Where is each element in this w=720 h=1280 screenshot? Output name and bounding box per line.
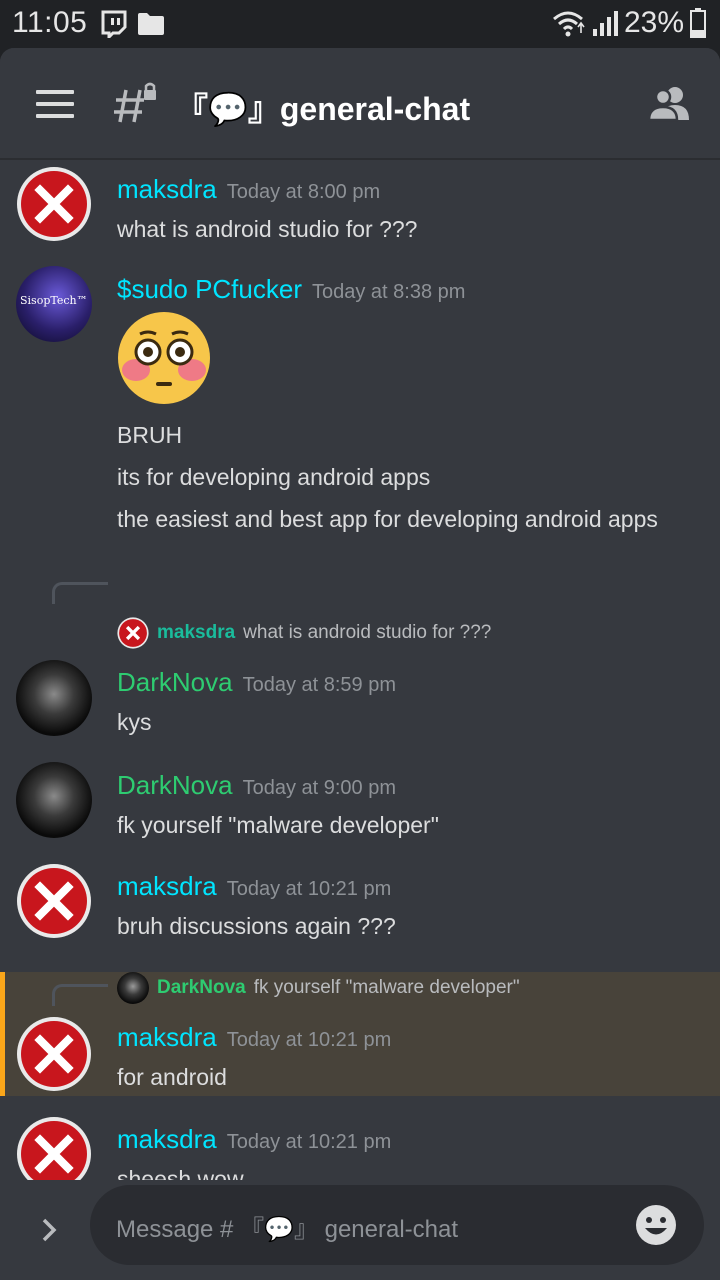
- message-author[interactable]: maksdra Today at 10:21 pm: [117, 1022, 391, 1053]
- battery-percent: 23%: [623, 6, 684, 39]
- message-author[interactable]: $sudo PCfucker Today at 8:38 pm: [117, 274, 465, 305]
- author-name[interactable]: $sudo PCfucker: [117, 274, 302, 304]
- reply-author[interactable]: DarkNova: [157, 977, 246, 999]
- members-icon[interactable]: [648, 84, 692, 122]
- message-author[interactable]: maksdra Today at 8:00 pm: [117, 174, 380, 205]
- message-text: bruh discussions again ???: [117, 913, 396, 939]
- avatar[interactable]: [16, 166, 92, 242]
- message-text: for android: [117, 1064, 227, 1090]
- timestamp: Today at 8:00 pm: [226, 181, 381, 203]
- timestamp: Today at 10:21 pm: [226, 1029, 392, 1051]
- message-placeholder: Message # 『💬』 general-chat: [116, 1216, 459, 1243]
- reply-avatar: [117, 617, 149, 649]
- message-text: fk yourself "malware developer": [117, 812, 439, 838]
- message-text: kys: [117, 709, 152, 735]
- twitch-icon: [101, 10, 127, 38]
- menu-bar: [36, 114, 74, 118]
- message[interactable]: SisopTech™ $sudo PCfucker Today at 8:38 p…: [0, 260, 720, 545]
- channel-header: 『💬』general-chat: [0, 48, 720, 160]
- channel-title: 『💬』general-chat: [176, 91, 471, 127]
- wifi-icon: [552, 11, 585, 37]
- message-input[interactable]: Message # 『💬』 general-chat: [90, 1185, 704, 1265]
- emoji-icon[interactable]: [634, 1203, 678, 1247]
- timestamp: Today at 10:21 pm: [226, 1131, 392, 1153]
- message-author[interactable]: maksdra Today at 10:21 pm: [117, 1124, 391, 1155]
- avatar[interactable]: [16, 1016, 92, 1092]
- error-x-icon: [117, 617, 149, 649]
- message-text: what is android studio for ???: [117, 216, 418, 242]
- avatar[interactable]: SisopTech™: [16, 266, 92, 342]
- flushed-emoji: [116, 310, 212, 406]
- avatar-text: SisopTech™: [20, 294, 88, 307]
- message-list: maksdra Today at 8:00 pm what is android …: [0, 160, 720, 1192]
- menu-button[interactable]: [36, 90, 74, 118]
- reply-preview[interactable]: DarkNova fk yourself "malware developer": [117, 972, 520, 1004]
- avatar[interactable]: [16, 762, 92, 838]
- status-bar: 11:05 23%: [0, 0, 720, 48]
- menu-bar: [36, 102, 74, 106]
- author-name[interactable]: DarkNova: [117, 770, 233, 800]
- error-x-icon: [17, 167, 91, 241]
- status-right: 23%: [552, 6, 706, 40]
- signal-icon: [592, 11, 618, 36]
- reply-preview[interactable]: maksdra what is android studio for ???: [117, 617, 491, 649]
- message-text: BRUH: [117, 422, 183, 448]
- reply-spine: [52, 582, 108, 604]
- error-x-icon: [17, 1017, 91, 1091]
- message[interactable]: maksdra Today at 8:00 pm what is android …: [0, 160, 720, 256]
- message-highlighted[interactable]: DarkNova fk yourself "malware developer"…: [0, 972, 720, 1096]
- message-text: its for developing android apps: [117, 464, 431, 490]
- author-name[interactable]: maksdra: [117, 174, 217, 204]
- message-author[interactable]: DarkNova Today at 8:59 pm: [117, 667, 396, 698]
- flushed-face-icon: [118, 312, 210, 404]
- message[interactable]: maksdra what is android studio for ??? D…: [0, 560, 720, 736]
- status-time: 11:05: [12, 6, 88, 39]
- reply-text: what is android studio for ???: [243, 622, 492, 643]
- avatar[interactable]: [16, 863, 92, 939]
- reply-spine: [52, 984, 108, 1006]
- timestamp: Today at 8:38 pm: [311, 281, 466, 303]
- message[interactable]: DarkNova Today at 9:00 pm fk yourself "ma…: [0, 756, 720, 852]
- error-x-icon: [17, 864, 91, 938]
- message-author[interactable]: DarkNova Today at 9:00 pm: [117, 770, 396, 801]
- message[interactable]: maksdra Today at 10:21 pm bruh discussion…: [0, 857, 720, 953]
- menu-bar: [36, 90, 74, 94]
- avatar[interactable]: [16, 660, 92, 736]
- message-composer: Message # 『💬』 general-chat: [0, 1180, 720, 1280]
- author-name[interactable]: maksdra: [117, 1022, 217, 1052]
- timestamp: Today at 8:59 pm: [242, 674, 397, 696]
- author-name[interactable]: maksdra: [117, 871, 217, 901]
- timestamp: Today at 9:00 pm: [242, 777, 397, 799]
- battery-icon: [690, 8, 706, 38]
- chevron-right-icon[interactable]: [36, 1210, 64, 1250]
- chat-app: 『💬』general-chat maksdra Today at 8:00 pm …: [0, 48, 720, 1280]
- reply-avatar: [117, 972, 149, 1004]
- reply-text: fk yourself "malware developer": [253, 977, 520, 998]
- reply-author[interactable]: maksdra: [157, 622, 235, 644]
- message-author[interactable]: maksdra Today at 10:21 pm: [117, 871, 391, 902]
- folder-icon: [138, 13, 164, 35]
- author-name[interactable]: DarkNova: [117, 667, 233, 697]
- author-name[interactable]: maksdra: [117, 1124, 217, 1154]
- locked-channel-icon: [114, 82, 156, 123]
- message-text: the easiest and best app for developing …: [117, 506, 658, 532]
- timestamp: Today at 10:21 pm: [226, 878, 392, 900]
